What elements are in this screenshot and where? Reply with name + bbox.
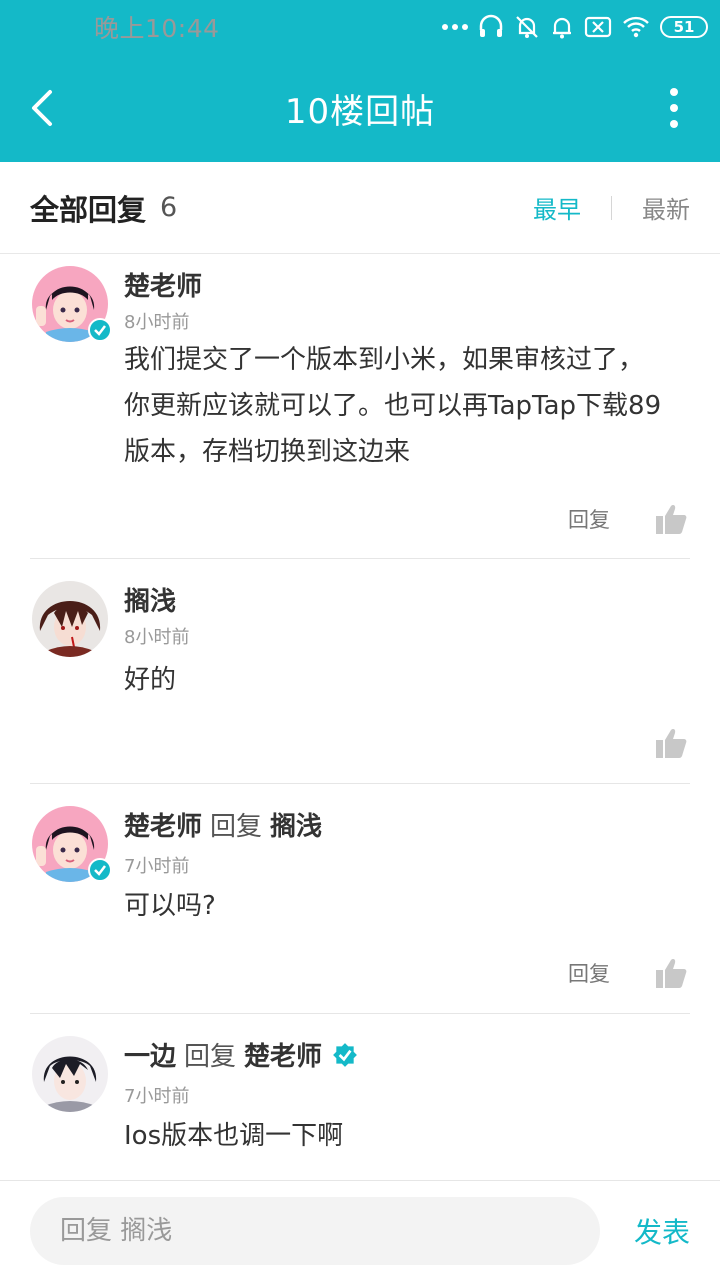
bell-icon bbox=[553, 17, 571, 39]
page-title: 10楼回帖 bbox=[284, 91, 436, 132]
headset-icon bbox=[479, 14, 503, 37]
comment-time: 7小时前 bbox=[124, 1086, 190, 1107]
verified-badge-icon bbox=[88, 318, 112, 342]
nav-bar: 10楼回帖 bbox=[0, 54, 720, 162]
reply-to-label: 回复 bbox=[210, 812, 263, 842]
comment-line: Ios版本也调一下啊 bbox=[124, 1121, 344, 1151]
thumbs-up-icon[interactable] bbox=[654, 956, 688, 990]
reply-target-name[interactable]: 搁浅 bbox=[270, 806, 322, 843]
comment-line: 好的 bbox=[124, 665, 177, 695]
replies-header: 全部回复 6 最早 最新 bbox=[0, 162, 720, 254]
comment-content: 可以吗? bbox=[124, 883, 694, 929]
page: 晚上10:44 51 10楼回帖 全部回复 6 最早 最新 楚老师 8小时前 我… bbox=[0, 0, 720, 1280]
mute-bell-icon bbox=[516, 16, 538, 38]
avatar[interactable] bbox=[32, 1036, 108, 1112]
author-name[interactable]: 楚老师 bbox=[124, 806, 202, 843]
sort-divider bbox=[611, 195, 612, 220]
comment-content: Ios版本也调一下啊 bbox=[124, 1113, 694, 1159]
comment-list: 楚老师 8小时前 我们提交了一个版本到小米，如果审核过了， 你更新应该就可以了。… bbox=[0, 254, 720, 1180]
status-bar: 晚上10:44 51 bbox=[0, 0, 720, 54]
replies-count: 6 bbox=[160, 192, 178, 223]
author-name[interactable]: 搁浅 bbox=[124, 581, 176, 618]
comment-actions: 回复 bbox=[568, 502, 688, 536]
comment-line: 版本，存档切换到这边来 bbox=[124, 437, 411, 467]
comment-content: 我们提交了一个版本到小米，如果审核过了， 你更新应该就可以了。也可以再TapTa… bbox=[124, 337, 694, 475]
reply-to-label: 回复 bbox=[184, 1042, 237, 1072]
sort-latest-button[interactable]: 最新 bbox=[642, 190, 690, 225]
comment-item: 楚老师 8小时前 我们提交了一个版本到小米，如果审核过了， 你更新应该就可以了。… bbox=[30, 254, 690, 559]
author-name[interactable]: 一边 bbox=[124, 1036, 176, 1073]
back-arrow-icon[interactable] bbox=[22, 84, 66, 132]
reply-button[interactable]: 回复 bbox=[568, 958, 610, 988]
author-row: 搁浅 bbox=[124, 581, 176, 618]
comment-actions: 回复 bbox=[568, 956, 688, 990]
comment-content: 好的 bbox=[124, 657, 694, 703]
comment-actions bbox=[654, 726, 688, 760]
thumbs-up-icon[interactable] bbox=[654, 726, 688, 760]
sim-x-icon bbox=[584, 16, 612, 38]
comment-line: 你更新应该就可以了。也可以再TapTap下载89 bbox=[124, 391, 662, 421]
comment-time: 7小时前 bbox=[124, 856, 190, 877]
comment-line: 可以吗? bbox=[124, 891, 216, 921]
send-button[interactable]: 发表 bbox=[634, 1211, 690, 1251]
comment-item: 楚老师 回复 搁浅 7小时前 可以吗? 回复 bbox=[30, 784, 690, 1014]
battery-icon: 51 bbox=[660, 16, 708, 38]
comment-time: 8小时前 bbox=[124, 312, 190, 333]
author-row: 楚老师 bbox=[124, 266, 202, 303]
status-time: 晚上10:44 bbox=[94, 14, 220, 43]
reply-button[interactable]: 回复 bbox=[568, 504, 610, 534]
sort-earliest-button[interactable]: 最早 bbox=[533, 190, 581, 225]
reply-input[interactable] bbox=[30, 1196, 600, 1265]
author-row: 楚老师 回复 搁浅 bbox=[124, 806, 322, 843]
comment-item: 搁浅 8小时前 好的 bbox=[30, 559, 690, 784]
sort-toggle: 最早 最新 bbox=[533, 190, 690, 225]
reply-target-name[interactable]: 楚老师 bbox=[244, 1036, 322, 1073]
thumbs-up-icon[interactable] bbox=[654, 502, 688, 536]
comment-item: 一边 回复 楚老师 7小时前 Ios版本也调一下啊 bbox=[30, 1014, 690, 1180]
author-name[interactable]: 楚老师 bbox=[124, 266, 202, 303]
author-row: 一边 回复 楚老师 bbox=[124, 1036, 358, 1073]
replies-title: 全部回复 bbox=[30, 192, 147, 227]
verified-badge-icon bbox=[88, 858, 112, 882]
comment-time: 8小时前 bbox=[124, 627, 190, 648]
battery-level: 51 bbox=[673, 18, 695, 36]
more-vertical-icon[interactable] bbox=[664, 86, 684, 130]
status-icons: 51 bbox=[442, 14, 708, 40]
comment-line: 我们提交了一个版本到小米，如果审核过了， bbox=[124, 345, 645, 375]
more-dots-icon bbox=[442, 24, 468, 30]
reply-bar: 发表 bbox=[0, 1180, 720, 1280]
verified-badge-icon bbox=[333, 1042, 357, 1067]
avatar[interactable] bbox=[32, 581, 108, 657]
wifi-icon bbox=[623, 16, 649, 38]
